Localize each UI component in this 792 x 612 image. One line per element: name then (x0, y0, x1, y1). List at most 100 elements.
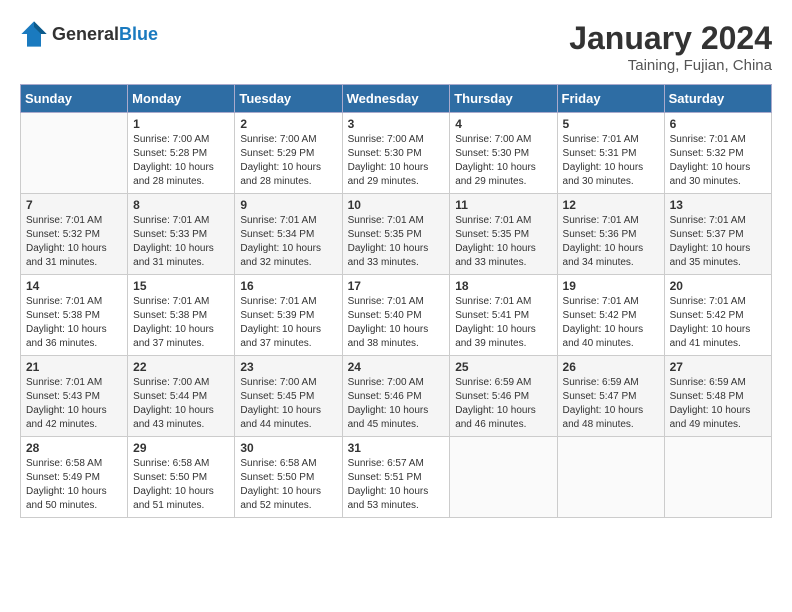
day-number: 11 (455, 198, 551, 212)
day-info: Sunrise: 7:01 AMSunset: 5:38 PMDaylight:… (26, 295, 122, 351)
day-number: 27 (670, 360, 766, 374)
day-number: 26 (563, 360, 659, 374)
main-title: January 2024 (569, 20, 772, 57)
day-number: 16 (240, 279, 336, 293)
calendar-cell: 25 Sunrise: 6:59 AMSunset: 5:46 PMDayligh… (450, 356, 557, 437)
day-number: 5 (563, 117, 659, 131)
calendar-cell: 9 Sunrise: 7:01 AMSunset: 5:34 PMDaylight… (235, 194, 342, 275)
day-number: 13 (670, 198, 766, 212)
day-info: Sunrise: 7:01 AMSunset: 5:31 PMDaylight:… (563, 133, 659, 189)
logo: GeneralBlue (20, 20, 158, 48)
day-number: 17 (348, 279, 445, 293)
calendar-cell: 28 Sunrise: 6:58 AMSunset: 5:49 PMDayligh… (21, 437, 128, 518)
day-info: Sunrise: 7:01 AMSunset: 5:37 PMDaylight:… (670, 214, 766, 270)
day-info: Sunrise: 7:01 AMSunset: 5:42 PMDaylight:… (670, 295, 766, 351)
subtitle: Taining, Fujian, China (569, 57, 772, 74)
calendar-cell: 11Sunrise: 7:01 AMSunset: 5:35 PMDayligh… (450, 194, 557, 275)
calendar-cell: 24Sunrise: 7:00 AMSunset: 5:46 PMDayligh… (342, 356, 450, 437)
calendar-cell: 23Sunrise: 7:00 AMSunset: 5:45 PMDayligh… (235, 356, 342, 437)
day-number: 18 (455, 279, 551, 293)
day-info: Sunrise: 7:00 AMSunset: 5:28 PMDaylight:… (133, 133, 229, 189)
day-number: 9 (240, 198, 336, 212)
day-info: Sunrise: 6:58 AMSunset: 5:49 PMDaylight:… (26, 457, 122, 513)
day-number: 14 (26, 279, 122, 293)
calendar-header-friday: Friday (557, 85, 664, 113)
day-number: 21 (26, 360, 122, 374)
calendar-cell: 6 Sunrise: 7:01 AMSunset: 5:32 PMDaylight… (664, 113, 771, 194)
calendar-cell: 7Sunrise: 7:01 AMSunset: 5:32 PMDaylight… (21, 194, 128, 275)
calendar-cell: 17 Sunrise: 7:01 AMSunset: 5:40 PMDayligh… (342, 275, 450, 356)
calendar-cell: 16 Sunrise: 7:01 AMSunset: 5:39 PMDayligh… (235, 275, 342, 356)
day-number: 12 (563, 198, 659, 212)
day-info: Sunrise: 7:01 AMSunset: 5:33 PMDaylight:… (133, 214, 229, 270)
calendar-header-row: SundayMondayTuesdayWednesdayThursdayFrid… (21, 85, 772, 113)
title-block: January 2024 Taining, Fujian, China (569, 20, 772, 74)
calendar-header-sunday: Sunday (21, 85, 128, 113)
day-info: Sunrise: 7:00 AMSunset: 5:45 PMDaylight:… (240, 376, 336, 432)
day-info: Sunrise: 7:00 AMSunset: 5:46 PMDaylight:… (348, 376, 445, 432)
calendar-cell (450, 437, 557, 518)
calendar-cell: 21 Sunrise: 7:01 AMSunset: 5:43 PMDayligh… (21, 356, 128, 437)
logo-blue: Blue (119, 24, 158, 44)
day-info: Sunrise: 6:58 AMSunset: 5:50 PMDaylight:… (240, 457, 336, 513)
day-number: 29 (133, 441, 229, 455)
page-header: GeneralBlue January 2024 Taining, Fujian… (20, 20, 772, 74)
day-number: 4 (455, 117, 551, 131)
day-info: Sunrise: 7:01 AMSunset: 5:39 PMDaylight:… (240, 295, 336, 351)
day-info: Sunrise: 6:59 AMSunset: 5:47 PMDaylight:… (563, 376, 659, 432)
calendar-header-wednesday: Wednesday (342, 85, 450, 113)
calendar-week-3: 14 Sunrise: 7:01 AMSunset: 5:38 PMDayligh… (21, 275, 772, 356)
calendar-cell: 4 Sunrise: 7:00 AMSunset: 5:30 PMDaylight… (450, 113, 557, 194)
calendar-cell (21, 113, 128, 194)
day-info: Sunrise: 6:57 AMSunset: 5:51 PMDaylight:… (348, 457, 445, 513)
calendar-cell: 19 Sunrise: 7:01 AMSunset: 5:42 PMDayligh… (557, 275, 664, 356)
calendar-header-thursday: Thursday (450, 85, 557, 113)
calendar-cell: 8 Sunrise: 7:01 AMSunset: 5:33 PMDaylight… (128, 194, 235, 275)
day-number: 19 (563, 279, 659, 293)
day-number: 8 (133, 198, 229, 212)
calendar-cell: 31Sunrise: 6:57 AMSunset: 5:51 PMDayligh… (342, 437, 450, 518)
day-info: Sunrise: 7:00 AMSunset: 5:29 PMDaylight:… (240, 133, 336, 189)
day-number: 25 (455, 360, 551, 374)
day-info: Sunrise: 6:59 AMSunset: 5:46 PMDaylight:… (455, 376, 551, 432)
day-number: 30 (240, 441, 336, 455)
calendar-cell: 30 Sunrise: 6:58 AMSunset: 5:50 PMDayligh… (235, 437, 342, 518)
calendar-cell: 26 Sunrise: 6:59 AMSunset: 5:47 PMDayligh… (557, 356, 664, 437)
calendar-table: SundayMondayTuesdayWednesdayThursdayFrid… (20, 84, 772, 518)
calendar-cell (664, 437, 771, 518)
calendar-cell: 13 Sunrise: 7:01 AMSunset: 5:37 PMDayligh… (664, 194, 771, 275)
day-number: 6 (670, 117, 766, 131)
day-number: 28 (26, 441, 122, 455)
calendar-cell: 1 Sunrise: 7:00 AMSunset: 5:28 PMDaylight… (128, 113, 235, 194)
logo-text: GeneralBlue (52, 24, 158, 45)
calendar-week-2: 7Sunrise: 7:01 AMSunset: 5:32 PMDaylight… (21, 194, 772, 275)
calendar-cell (557, 437, 664, 518)
calendar-header-saturday: Saturday (664, 85, 771, 113)
day-info: Sunrise: 7:01 AMSunset: 5:36 PMDaylight:… (563, 214, 659, 270)
day-info: Sunrise: 7:01 AMSunset: 5:40 PMDaylight:… (348, 295, 445, 351)
day-number: 22 (133, 360, 229, 374)
day-info: Sunrise: 7:01 AMSunset: 5:32 PMDaylight:… (670, 133, 766, 189)
day-info: Sunrise: 6:59 AMSunset: 5:48 PMDaylight:… (670, 376, 766, 432)
calendar-cell: 3Sunrise: 7:00 AMSunset: 5:30 PMDaylight… (342, 113, 450, 194)
calendar-cell: 22 Sunrise: 7:00 AMSunset: 5:44 PMDayligh… (128, 356, 235, 437)
calendar-cell: 29Sunrise: 6:58 AMSunset: 5:50 PMDayligh… (128, 437, 235, 518)
calendar-cell: 20 Sunrise: 7:01 AMSunset: 5:42 PMDayligh… (664, 275, 771, 356)
day-number: 10 (348, 198, 445, 212)
day-info: Sunrise: 7:01 AMSunset: 5:34 PMDaylight:… (240, 214, 336, 270)
day-info: Sunrise: 7:01 AMSunset: 5:43 PMDaylight:… (26, 376, 122, 432)
logo-general: General (52, 24, 119, 44)
day-number: 1 (133, 117, 229, 131)
day-info: Sunrise: 7:00 AMSunset: 5:44 PMDaylight:… (133, 376, 229, 432)
day-info: Sunrise: 7:01 AMSunset: 5:35 PMDaylight:… (348, 214, 445, 270)
calendar-cell: 12 Sunrise: 7:01 AMSunset: 5:36 PMDayligh… (557, 194, 664, 275)
day-number: 2 (240, 117, 336, 131)
day-info: Sunrise: 7:01 AMSunset: 5:41 PMDaylight:… (455, 295, 551, 351)
calendar-cell: 27 Sunrise: 6:59 AMSunset: 5:48 PMDayligh… (664, 356, 771, 437)
calendar-week-4: 21 Sunrise: 7:01 AMSunset: 5:43 PMDayligh… (21, 356, 772, 437)
day-info: Sunrise: 7:00 AMSunset: 5:30 PMDaylight:… (455, 133, 551, 189)
day-number: 15 (133, 279, 229, 293)
day-info: Sunrise: 7:01 AMSunset: 5:42 PMDaylight:… (563, 295, 659, 351)
day-number: 20 (670, 279, 766, 293)
calendar-cell: 10 Sunrise: 7:01 AMSunset: 5:35 PMDayligh… (342, 194, 450, 275)
